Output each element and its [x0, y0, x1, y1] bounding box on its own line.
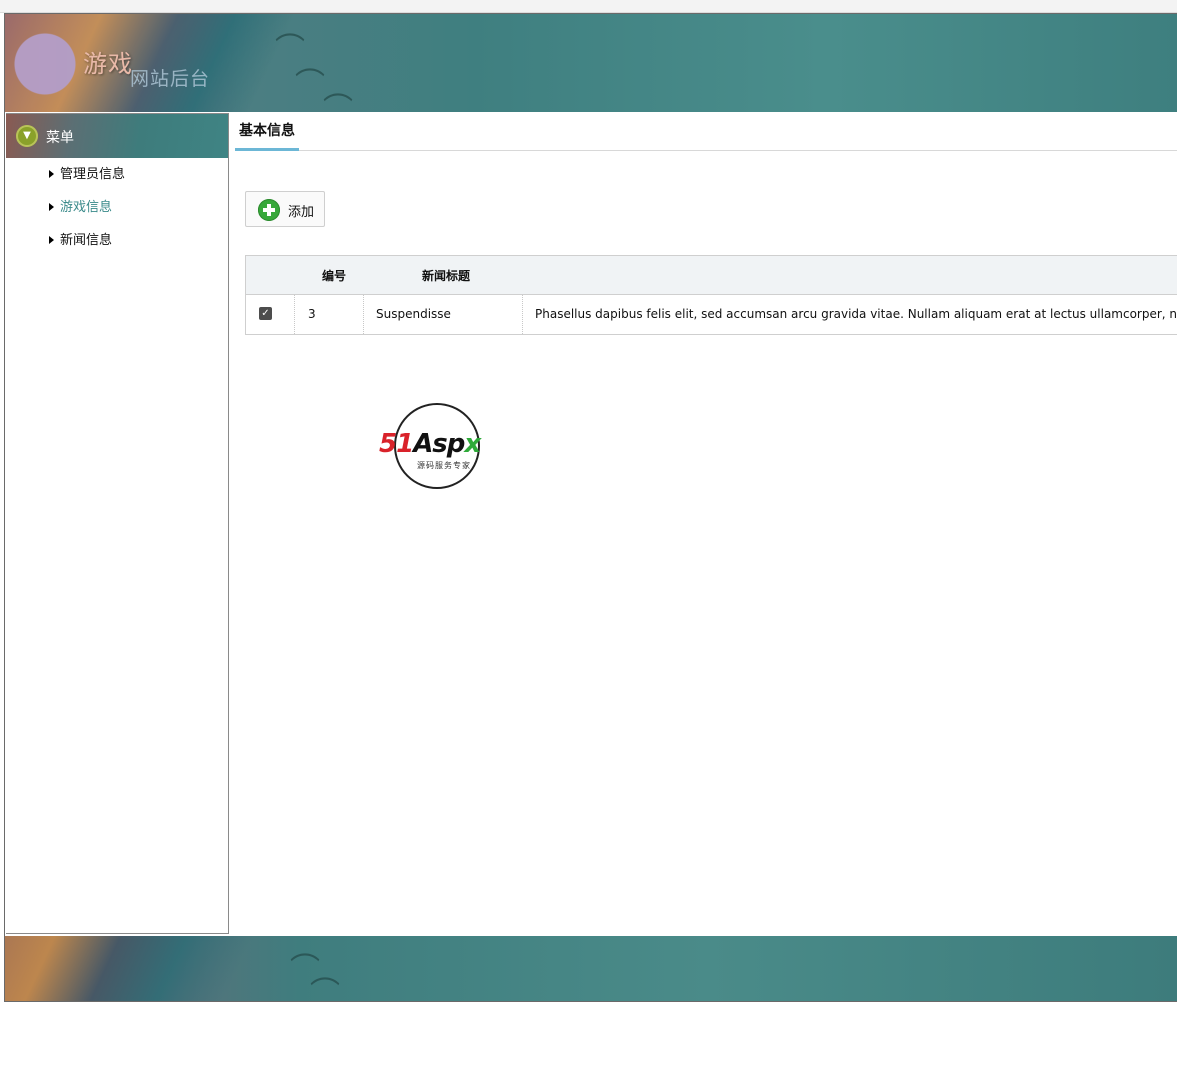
caret-right-icon [49, 203, 54, 211]
header-banner: ⌒ ⌒ ⌒ 游戏 网站后台 [5, 14, 1177, 112]
chevron-down-circle-icon[interactable]: ▼ [16, 125, 38, 147]
sidebar: ▼ 菜单 管理员信息 游戏信息 新闻信息 [6, 113, 229, 934]
plus-circle-icon [258, 199, 280, 221]
add-button-label: 添加 [288, 205, 315, 220]
add-button[interactable]: 添加 [245, 191, 325, 227]
table-row[interactable]: ✓ 3 Suspendisse Phasellus dapibus felis … [246, 295, 1177, 335]
tab-basic-info[interactable]: 基本信息 [235, 113, 299, 151]
checkbox-checked-icon[interactable]: ✓ [259, 307, 272, 320]
main-content: 基本信息 添加 编号 新闻标题 ✓ 3 Suspendisse Phasellu… [229, 113, 1177, 934]
column-divider [522, 295, 523, 334]
bird-icon: ⌒ [323, 92, 353, 112]
sidebar-item-label: 游戏信息 [60, 200, 113, 215]
bird-icon: ⌒ [295, 67, 325, 102]
table-header: 编号 新闻标题 [246, 255, 1177, 295]
sidebar-item-admin[interactable]: 管理员信息 [6, 158, 228, 191]
bird-icon: ⌒ [310, 976, 340, 1002]
footer-banner: ⌒ ⌒ [5, 936, 1177, 1002]
logo-wordmark: 51Aspx [379, 429, 481, 459]
logo-tagline: 源码服务专家 [417, 461, 471, 470]
column-divider [363, 295, 364, 334]
caret-right-icon [49, 170, 54, 178]
cell-id: 3 [308, 307, 316, 321]
banner-title: 游戏 [83, 50, 133, 78]
watermark-logo: 51Aspx 源码服务专家 [379, 403, 509, 497]
column-divider [294, 295, 295, 334]
sidebar-header-label: 菜单 [46, 130, 74, 146]
sidebar-item-label: 新闻信息 [60, 233, 113, 248]
sidebar-item-games[interactable]: 游戏信息 [6, 191, 228, 224]
column-header-title[interactable]: 新闻标题 [422, 267, 470, 284]
cell-title: Suspendisse [376, 307, 451, 321]
banner-subtitle: 网站后台 [130, 68, 211, 90]
sidebar-item-news[interactable]: 新闻信息 [6, 224, 228, 257]
footer-artwork [5, 936, 305, 1001]
app-frame: ⌒ ⌒ ⌒ 游戏 网站后台 ▼ 菜单 管理员信息 游戏信息 新闻信息 基本信息 … [4, 13, 1177, 1002]
tab-bar: 基本信息 [235, 113, 1177, 151]
sidebar-header[interactable]: ▼ 菜单 [6, 114, 228, 158]
cell-content: Phasellus dapibus felis elit, sed accums… [535, 307, 1177, 321]
sidebar-item-label: 管理员信息 [60, 167, 126, 182]
browser-top-strip [0, 0, 1177, 13]
sidebar-menu: 管理员信息 游戏信息 新闻信息 [6, 158, 228, 257]
caret-right-icon [49, 236, 54, 244]
column-header-id[interactable]: 编号 [322, 267, 346, 284]
data-table: 编号 新闻标题 ✓ 3 Suspendisse Phasellus dapibu… [245, 255, 1177, 335]
